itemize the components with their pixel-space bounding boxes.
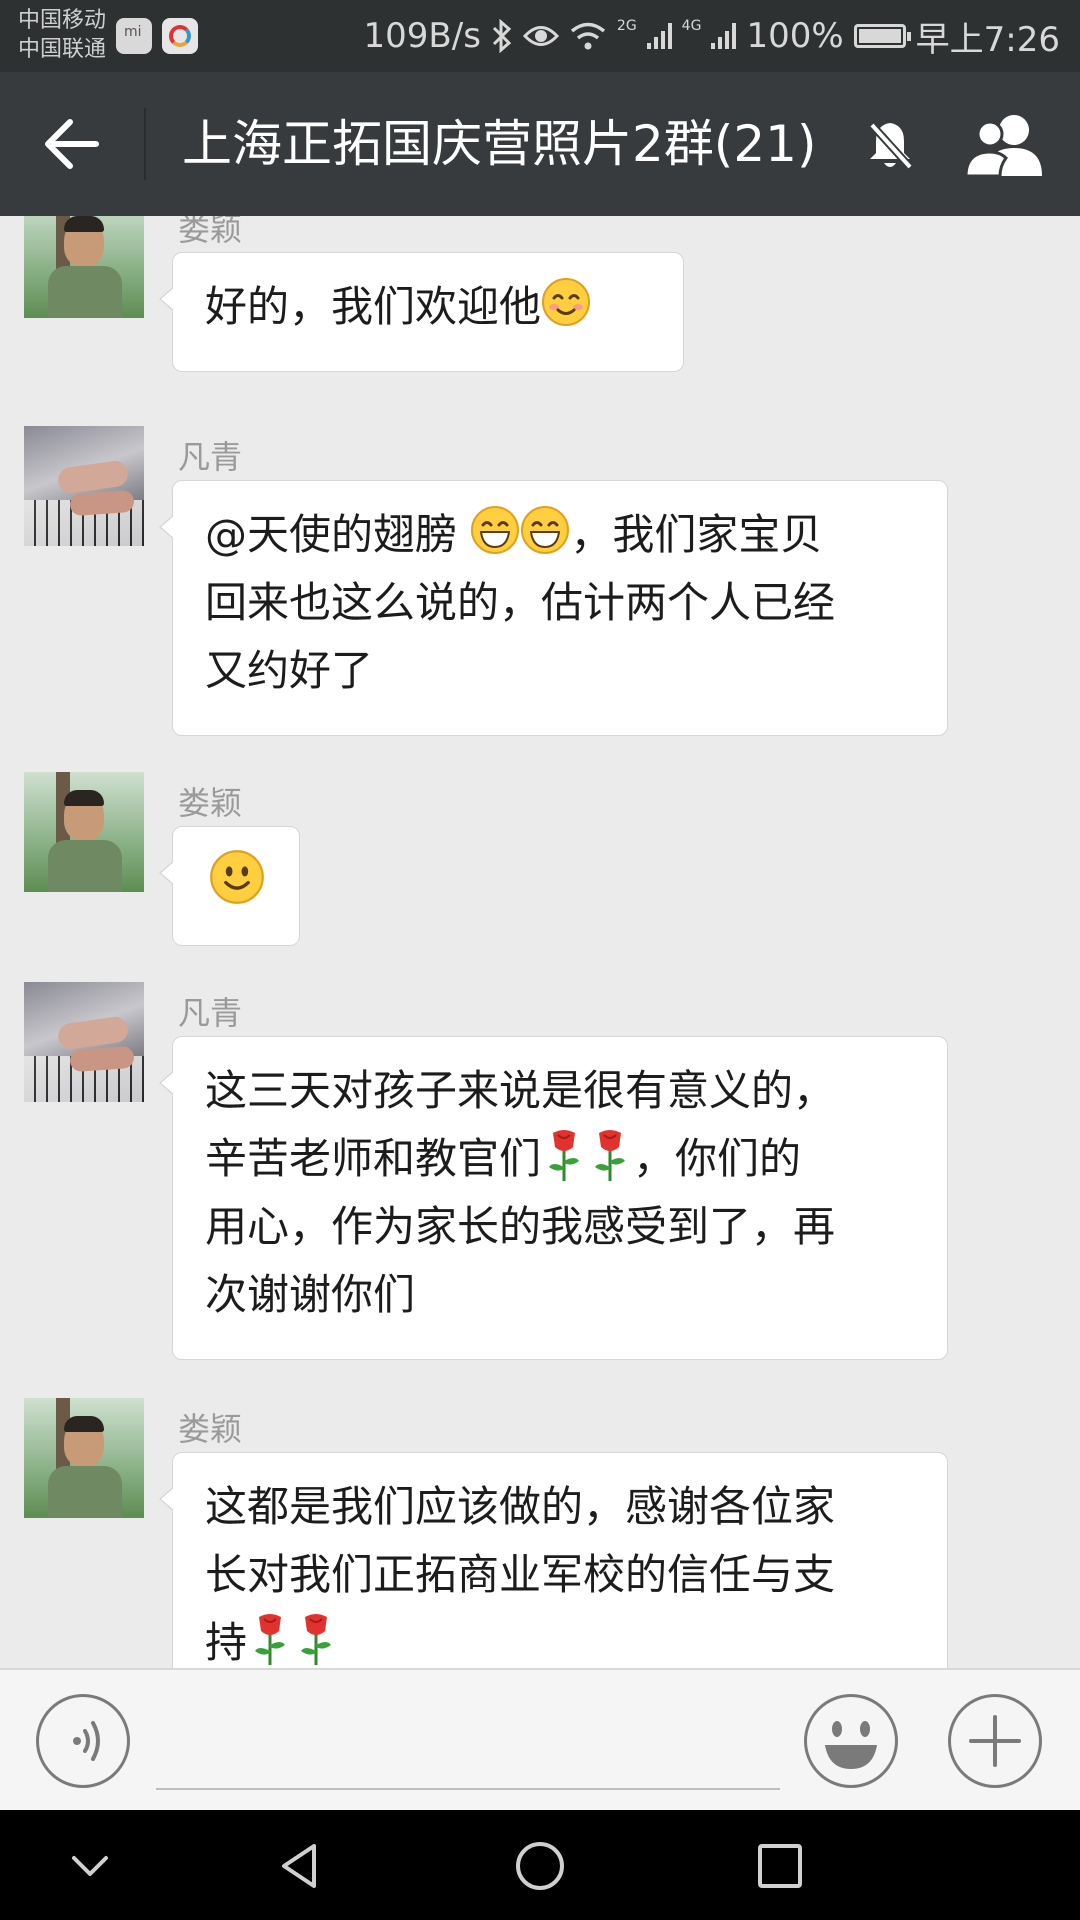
message-line: 用心，作为家长的我感受到了，再 [205, 1202, 836, 1251]
sender-name: 娄颖 [178, 1410, 243, 1448]
avatar[interactable] [24, 982, 144, 1102]
carrier-2: 中国联通 [18, 37, 107, 62]
message-line: 次谢谢你们 [205, 1270, 416, 1319]
sender-name: 凡青 [178, 994, 243, 1032]
rose-icon [549, 1130, 580, 1181]
plus-icon [969, 1715, 1021, 1767]
chat-input-bar [0, 1668, 1080, 1810]
battery-icon [853, 24, 911, 48]
blush-emoji-icon [542, 278, 591, 326]
weibo-app-icon [162, 18, 198, 54]
signal-bars-1-icon [646, 23, 672, 49]
message-line: 持 [205, 1609, 915, 1668]
avatar[interactable] [24, 426, 144, 546]
grin-emoji-icon [521, 506, 570, 554]
message-line: @天使的翅膀 ，我们家宝贝 [205, 501, 915, 569]
avatar[interactable] [24, 1398, 144, 1518]
status-bar: 中国移动 中国联通 109B/s 2G 4G 100% 早上7:26 [0, 0, 1080, 72]
message-line: 辛苦老师和教官们 ，你们的 [205, 1125, 915, 1193]
message-input[interactable] [156, 1788, 780, 1790]
grin-emoji-icon [471, 506, 520, 554]
wifi-icon [570, 22, 606, 50]
message-text: ，你们的 [633, 1134, 802, 1183]
mention-text: @天使的翅膀 [205, 510, 471, 559]
chat-title-bar: 上海正拓国庆营照片2群(21) [0, 72, 1080, 216]
net-2g-label: 2G [616, 18, 637, 34]
group-members-button[interactable] [960, 110, 1052, 180]
battery-percent: 100% [746, 16, 844, 56]
rose-icon [595, 1130, 626, 1181]
message-text: 辛苦老师和教官们 [205, 1134, 542, 1183]
smile-emoji-icon [210, 850, 264, 904]
carrier-info: 中国移动 中国联通 [18, 6, 106, 64]
avatar[interactable] [24, 216, 144, 318]
voice-icon [73, 1721, 100, 1761]
signal-bars-2-icon [711, 23, 737, 49]
clock: 早上7:26 [915, 19, 1060, 60]
sender-name: 娄颖 [178, 784, 243, 822]
message-text: ，我们家宝贝 [570, 510, 823, 559]
message-list[interactable]: 娄颖 好的，我们欢迎他 凡青 @天使的翅膀 ，我们家宝贝 回来也这么说的，估计两… [0, 216, 1080, 1668]
emoji-button[interactable] [804, 1694, 898, 1788]
message-bubble[interactable]: 这都是我们应该做的，感谢各位家 长对我们正拓商业军校的信任与支 持 [159, 1452, 948, 1668]
chat-title: 上海正拓国庆营照片2群(21) [182, 115, 817, 173]
system-nav-bar [0, 1810, 1080, 1920]
message-line: 这三天对孩子来说是很有意义的， [205, 1066, 836, 1115]
emoji-face-icon [825, 1721, 877, 1769]
back-button[interactable] [30, 108, 114, 180]
message-bubble[interactable] [159, 826, 300, 946]
rose-icon [255, 1614, 286, 1665]
arrow-left-icon [45, 119, 99, 169]
home-circle-icon[interactable] [514, 1840, 566, 1892]
net-4g-label: 4G [681, 18, 702, 34]
rose-icon [301, 1614, 332, 1665]
chevron-down-icon[interactable] [64, 1840, 116, 1892]
avatar[interactable] [24, 772, 144, 892]
message-text: 好的，我们欢迎他 [205, 282, 542, 331]
message-text: 持 [205, 1618, 248, 1667]
more-actions-button[interactable] [948, 1694, 1042, 1788]
message-line: 长对我们正拓商业军校的信任与支 [205, 1550, 836, 1599]
title-divider [144, 108, 146, 180]
message-line: 回来也这么说的，估计两个人已经 [205, 578, 836, 627]
recents-square-icon[interactable] [754, 1840, 806, 1892]
message-bubble[interactable]: 这三天对孩子来说是很有意义的， 辛苦老师和教官们 ，你们的 用心，作为家长的我感… [159, 1036, 948, 1360]
back-triangle-icon[interactable] [274, 1840, 326, 1892]
voice-input-button[interactable] [36, 1694, 130, 1788]
bluetooth-icon [492, 19, 512, 53]
net-speed: 109B/s [363, 16, 481, 56]
message-bubble[interactable]: @天使的翅膀 ，我们家宝贝 回来也这么说的，估计两个人已经 又约好了 [159, 480, 948, 736]
people-icon [964, 115, 1042, 178]
eye-icon [522, 26, 559, 46]
carrier-1: 中国移动 [18, 8, 107, 33]
message-line: 又约好了 [205, 646, 374, 695]
message-line: 这都是我们应该做的，感谢各位家 [205, 1482, 836, 1531]
sender-name: 凡青 [178, 438, 243, 476]
mi-app-icon [116, 18, 152, 54]
sender-name: 娄颖 [178, 216, 243, 248]
status-indicators: 109B/s 2G 4G 100% 早上7:26 [364, 0, 1060, 72]
message-bubble[interactable]: 好的，我们欢迎他 [159, 252, 684, 372]
bell-off-icon [869, 122, 913, 170]
